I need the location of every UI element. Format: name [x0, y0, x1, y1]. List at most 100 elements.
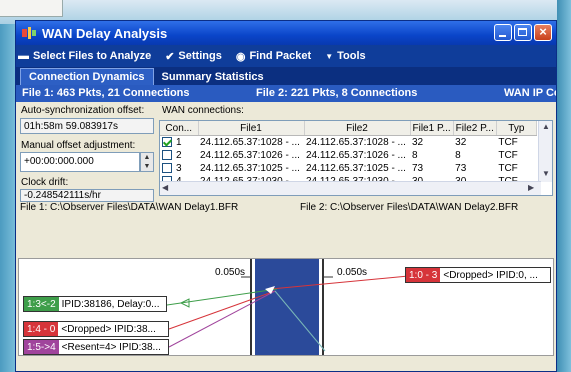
close-icon: × — [539, 24, 547, 39]
packet-text: <Dropped> IPID:38... — [58, 322, 159, 336]
background-window-fragment — [0, 0, 63, 17]
folder-icon: ▬ — [18, 50, 29, 62]
settings-label: Settings — [178, 50, 222, 62]
packet-id: 1:5->4 — [24, 340, 59, 354]
auto-sync-label: Auto-synchronization offset: — [21, 105, 145, 116]
column-header[interactable]: Typ — [496, 121, 537, 136]
packet-text: <Resent=4> IPID:38... — [58, 340, 164, 354]
cell-file1: 24.112.65.37:1026 - ... — [200, 150, 300, 161]
maximize-icon — [518, 28, 527, 36]
offset-spinner[interactable]: ▲ ▼ — [140, 152, 154, 172]
wan-connections-grid: Con... File1 File2 File1 P... File2 P...… — [159, 120, 553, 196]
cell-file2: 24.112.65.37:1028 - ... — [306, 137, 406, 148]
column-header[interactable]: File2 P... — [453, 121, 497, 136]
row-checkbox[interactable] — [162, 163, 172, 174]
file-paths: File 1: C:\Observer Files\DATA\WAN Delay… — [16, 202, 556, 216]
wan-delay-analysis-window: WAN Delay Analysis × ▬ Select Files to A… — [15, 20, 557, 372]
tab-connection-dynamics[interactable]: Connection Dynamics — [20, 68, 154, 85]
cell-file2-pkts: 32 — [455, 137, 467, 148]
file2-path: File 2: C:\Observer Files\DATA\WAN Delay… — [300, 202, 519, 213]
window-controls: × — [494, 24, 552, 41]
cell-file1: 24.112.65.37:1025 - ... — [200, 163, 300, 174]
column-header[interactable]: Con... — [160, 121, 199, 136]
manual-offset-input[interactable]: +00:00:000.000 — [20, 152, 140, 172]
minimize-button[interactable] — [494, 24, 512, 41]
settings-icon: ✔ — [165, 50, 175, 63]
scroll-down-icon[interactable]: ▼ — [542, 169, 550, 178]
cell-file2-pkts: 8 — [455, 150, 461, 161]
minimize-icon — [499, 35, 506, 37]
background-right-stripe — [557, 0, 571, 372]
cell-file1-pkts: 32 — [412, 137, 424, 148]
clock-drift-field: -0.248542111s/hr — [20, 189, 154, 202]
tools-icon: ▼ — [325, 51, 334, 61]
packet-ladder-diagram: 0.050s 0.050s 1:3<-2 IPID:38186, Delay:0… — [18, 258, 554, 356]
select-files-menu[interactable]: ▬ Select Files to Analyze — [18, 50, 151, 62]
row-number: 1 — [176, 137, 182, 148]
packet-id: 1:4 - 0 — [24, 322, 59, 336]
background-left — [0, 24, 15, 372]
scroll-up-icon[interactable]: ▲ — [542, 122, 550, 131]
tools-label: Tools — [337, 50, 366, 62]
scroll-left-icon[interactable]: ◀ — [162, 183, 168, 192]
file1-time-tick: 0.050s — [215, 267, 246, 278]
file1-status: File 1: 463 Pkts, 21 Connections — [22, 87, 190, 99]
packet-label[interactable]: 1:3<-2 IPID:38186, Delay:0... — [23, 296, 167, 312]
packet-id: 1:3<-2 — [24, 297, 59, 311]
settings-menu[interactable]: ✔ Settings — [165, 50, 222, 63]
cell-file2: 24.112.65.37:1026 - ... — [306, 150, 406, 161]
clock-drift-label: Clock drift: — [21, 177, 69, 188]
cell-type: TCF — [498, 163, 518, 174]
title-bar[interactable]: WAN Delay Analysis × — [16, 21, 556, 45]
bottom-bar — [16, 356, 556, 371]
packet-label[interactable]: 1:0 - 3 <Dropped> IPID:0, ... — [405, 267, 551, 283]
menu-bar: ▬ Select Files to Analyze ✔ Settings ◉ F… — [16, 45, 556, 67]
file1-path: File 1: C:\Observer Files\DATA\WAN Delay… — [20, 202, 239, 213]
file-status-bar: File 1: 463 Pkts, 21 Connections File 2:… — [16, 85, 556, 102]
packet-text: IPID:38186, Delay:0... — [58, 297, 163, 311]
select-files-label: Select Files to Analyze — [33, 50, 152, 62]
app-icon — [22, 27, 36, 39]
grid-horizontal-scrollbar[interactable]: ◀ ▶ — [160, 181, 541, 195]
tab-bar: Connection Dynamics Summary Statistics — [16, 67, 556, 85]
cell-type: TCF — [498, 137, 518, 148]
cell-file1-pkts: 8 — [412, 150, 418, 161]
settings-panel: Auto-synchronization offset: 01h:58m 59.… — [16, 102, 556, 202]
grid-vertical-scrollbar[interactable]: ▲ ▼ — [538, 121, 552, 182]
window-title: WAN Delay Analysis — [42, 25, 168, 41]
tab-summary-statistics[interactable]: Summary Statistics — [154, 69, 272, 85]
packet-text: <Dropped> IPID:0, ... — [440, 268, 541, 282]
maximize-button[interactable] — [514, 24, 532, 41]
row-number: 3 — [176, 163, 182, 174]
cell-type: TCF — [498, 150, 518, 161]
column-header[interactable]: File1 — [198, 121, 305, 136]
tools-menu[interactable]: ▼ Tools — [325, 50, 365, 62]
cell-file2: 24.112.65.37:1025 - ... — [306, 163, 406, 174]
column-header[interactable]: File2 — [304, 121, 411, 136]
table-row[interactable]: 2 24.112.65.37:1026 - ... 24.112.65.37:1… — [160, 149, 536, 162]
packet-id: 1:0 - 3 — [406, 268, 441, 282]
wan-ip-status: WAN IP Con — [504, 87, 556, 99]
manual-offset-label: Manual offset adjustment: — [21, 140, 136, 151]
packet-label[interactable]: 1:5->4 <Resent=4> IPID:38... — [23, 339, 169, 355]
cell-file1: 24.112.65.37:1028 - ... — [200, 137, 300, 148]
find-packet-menu[interactable]: ◉ Find Packet — [236, 50, 311, 63]
scroll-right-icon[interactable]: ▶ — [528, 183, 534, 192]
wan-connections-label: WAN connections: — [162, 105, 244, 116]
file2-status: File 2: 221 Pkts, 8 Connections — [256, 87, 418, 99]
binoculars-icon: ◉ — [235, 50, 246, 63]
row-checkbox[interactable] — [162, 150, 172, 161]
row-number: 2 — [176, 150, 182, 161]
auto-sync-field: 01h:58m 59.083917s — [20, 118, 154, 134]
table-row[interactable]: 1 24.112.65.37:1028 - ... 24.112.65.37:1… — [160, 136, 536, 150]
file2-time-tick: 0.050s — [337, 267, 368, 278]
row-checkbox[interactable] — [162, 137, 172, 148]
close-button[interactable]: × — [534, 24, 552, 41]
packet-label[interactable]: 1:4 - 0 <Dropped> IPID:38... — [23, 321, 169, 337]
cell-file2-pkts: 73 — [455, 163, 467, 174]
find-packet-label: Find Packet — [249, 50, 312, 62]
column-header[interactable]: File1 P... — [410, 121, 454, 136]
table-row[interactable]: 3 24.112.65.37:1025 - ... 24.112.65.37:1… — [160, 162, 536, 175]
cell-file1-pkts: 73 — [412, 163, 424, 174]
wan-band — [255, 259, 319, 355]
